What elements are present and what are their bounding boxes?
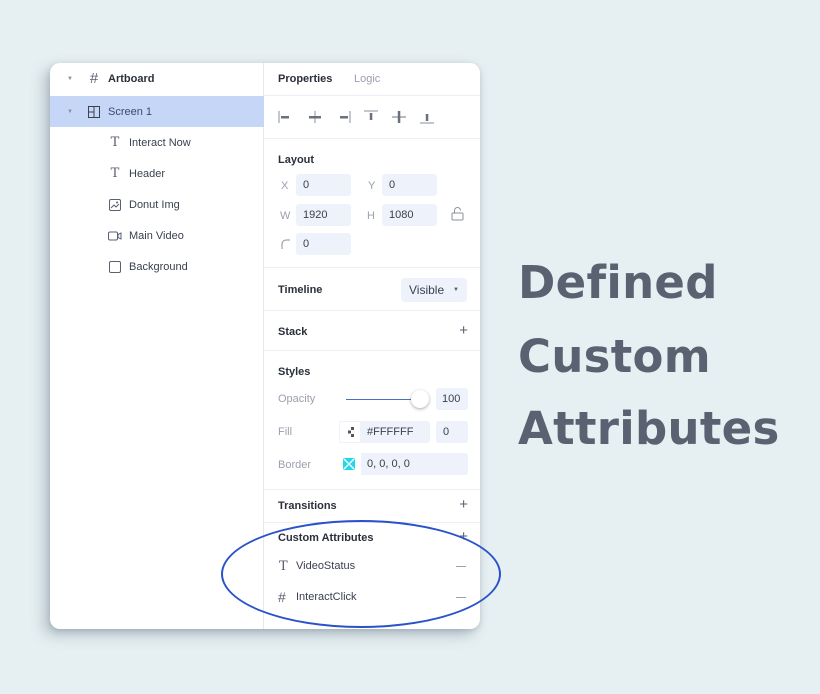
border-input[interactable]: 0, 0, 0, 0 (337, 453, 468, 475)
headline-line-3: Attributes (518, 402, 780, 455)
layer-label: Background (129, 260, 188, 273)
stack-section-title: Stack (278, 326, 308, 338)
text-icon: T (110, 166, 120, 181)
layers-panel: ▼ # Artboard ▼ Screen 1 T Interact Now T… (50, 63, 264, 629)
divider (264, 267, 480, 268)
attribute-label: InteractClick (296, 591, 357, 603)
properties-panel: Properties Logic Layout X 0 Y 0 W 1920 H… (264, 63, 480, 629)
layer-background[interactable]: Background (50, 251, 264, 282)
corner-radius-icon (281, 239, 290, 249)
dropdown-value: Visible (409, 283, 445, 297)
height-input[interactable]: 1080 (382, 204, 437, 226)
text-icon: T (110, 135, 120, 150)
artboard-hash-icon: # (89, 70, 99, 87)
fill-hex-value: #FFFFFF (367, 426, 414, 438)
attribute-label: VideoStatus (296, 560, 356, 572)
w-label: W (280, 210, 291, 222)
add-stack-plus-icon[interactable]: + (459, 322, 468, 339)
layer-label: Donut Img (129, 198, 180, 211)
layer-header[interactable]: T Header (50, 158, 264, 189)
layout-section-title: Layout (278, 154, 315, 166)
lock-open-icon[interactable] (451, 206, 464, 221)
remove-attribute-minus-icon[interactable] (456, 597, 466, 598)
x-label: X (281, 180, 289, 192)
align-left-icon[interactable] (277, 108, 295, 126)
layer-screen-1[interactable]: ▼ Screen 1 (50, 96, 264, 127)
custom-attributes-section-title: Custom Attributes (278, 532, 374, 544)
tab-properties[interactable]: Properties (278, 73, 332, 85)
layer-label: Artboard (108, 72, 155, 85)
align-top-icon[interactable] (362, 108, 380, 126)
add-custom-attribute-plus-icon[interactable]: + (459, 528, 468, 545)
opacity-slider-track[interactable] (346, 399, 420, 400)
screen-layout-icon (87, 105, 101, 119)
fill-swatch-icon[interactable] (339, 421, 361, 443)
rectangle-icon (108, 260, 122, 274)
align-bottom-icon[interactable] (418, 108, 436, 126)
divider (264, 522, 480, 523)
tab-logic[interactable]: Logic (354, 73, 380, 85)
timeline-section-title: Timeline (278, 284, 323, 296)
border-swatch-icon[interactable] (337, 453, 361, 475)
align-center-vertical-icon[interactable] (390, 108, 408, 126)
editor-window: ▼ # Artboard ▼ Screen 1 T Interact Now T… (50, 63, 480, 629)
align-right-icon[interactable] (334, 108, 352, 126)
border-label: Border (278, 459, 312, 471)
layer-main-video[interactable]: Main Video (50, 220, 264, 251)
opacity-label: Opacity (278, 393, 316, 405)
divider (264, 350, 480, 351)
fill-label: Fill (278, 426, 293, 438)
divider (264, 489, 480, 490)
image-icon (108, 198, 122, 212)
transitions-section-title: Transitions (278, 500, 337, 512)
video-icon (108, 229, 122, 243)
headline-line-2: Custom (518, 330, 711, 383)
headline-line-1: Defined (518, 256, 718, 309)
styles-section-title: Styles (278, 366, 311, 378)
panel-tabs: Properties Logic (264, 63, 480, 96)
y-label: Y (368, 180, 376, 192)
border-value: 0, 0, 0, 0 (367, 458, 410, 470)
timeline-visibility-dropdown[interactable]: Visible ▼ (401, 278, 467, 302)
corner-radius-input[interactable]: 0 (296, 233, 351, 255)
expand-caret-icon[interactable]: ▼ (67, 76, 73, 82)
opacity-input[interactable]: 100 (436, 388, 468, 410)
custom-attribute-row[interactable]: T VideoStatus (264, 553, 480, 579)
h-label: H (367, 210, 375, 222)
layer-donut-img[interactable]: Donut Img (50, 189, 264, 220)
expand-caret-icon[interactable]: ▼ (67, 109, 73, 115)
opacity-slider-handle[interactable] (411, 390, 429, 408)
fill-opacity-input[interactable]: 0 (436, 421, 468, 443)
layer-label: Main Video (129, 229, 184, 242)
y-input[interactable]: 0 (382, 174, 437, 196)
add-transition-plus-icon[interactable]: + (459, 496, 468, 513)
custom-attribute-row[interactable]: # InteractClick (264, 584, 480, 610)
align-center-horizontal-icon[interactable] (306, 108, 324, 126)
number-type-icon: # (278, 589, 286, 605)
layer-interact-now[interactable]: T Interact Now (50, 127, 264, 158)
divider (264, 310, 480, 311)
width-input[interactable]: 1920 (296, 204, 351, 226)
fill-color-input[interactable]: #FFFFFF (339, 421, 430, 443)
layer-label: Screen 1 (108, 105, 153, 118)
layer-label: Header (129, 167, 166, 180)
remove-attribute-minus-icon[interactable] (456, 566, 466, 567)
layer-label: Interact Now (129, 136, 191, 149)
x-input[interactable]: 0 (296, 174, 351, 196)
chevron-down-icon: ▼ (453, 287, 459, 293)
alignment-toolbar (264, 96, 480, 139)
layer-artboard[interactable]: ▼ # Artboard (50, 63, 264, 94)
text-type-icon: T (279, 559, 288, 574)
